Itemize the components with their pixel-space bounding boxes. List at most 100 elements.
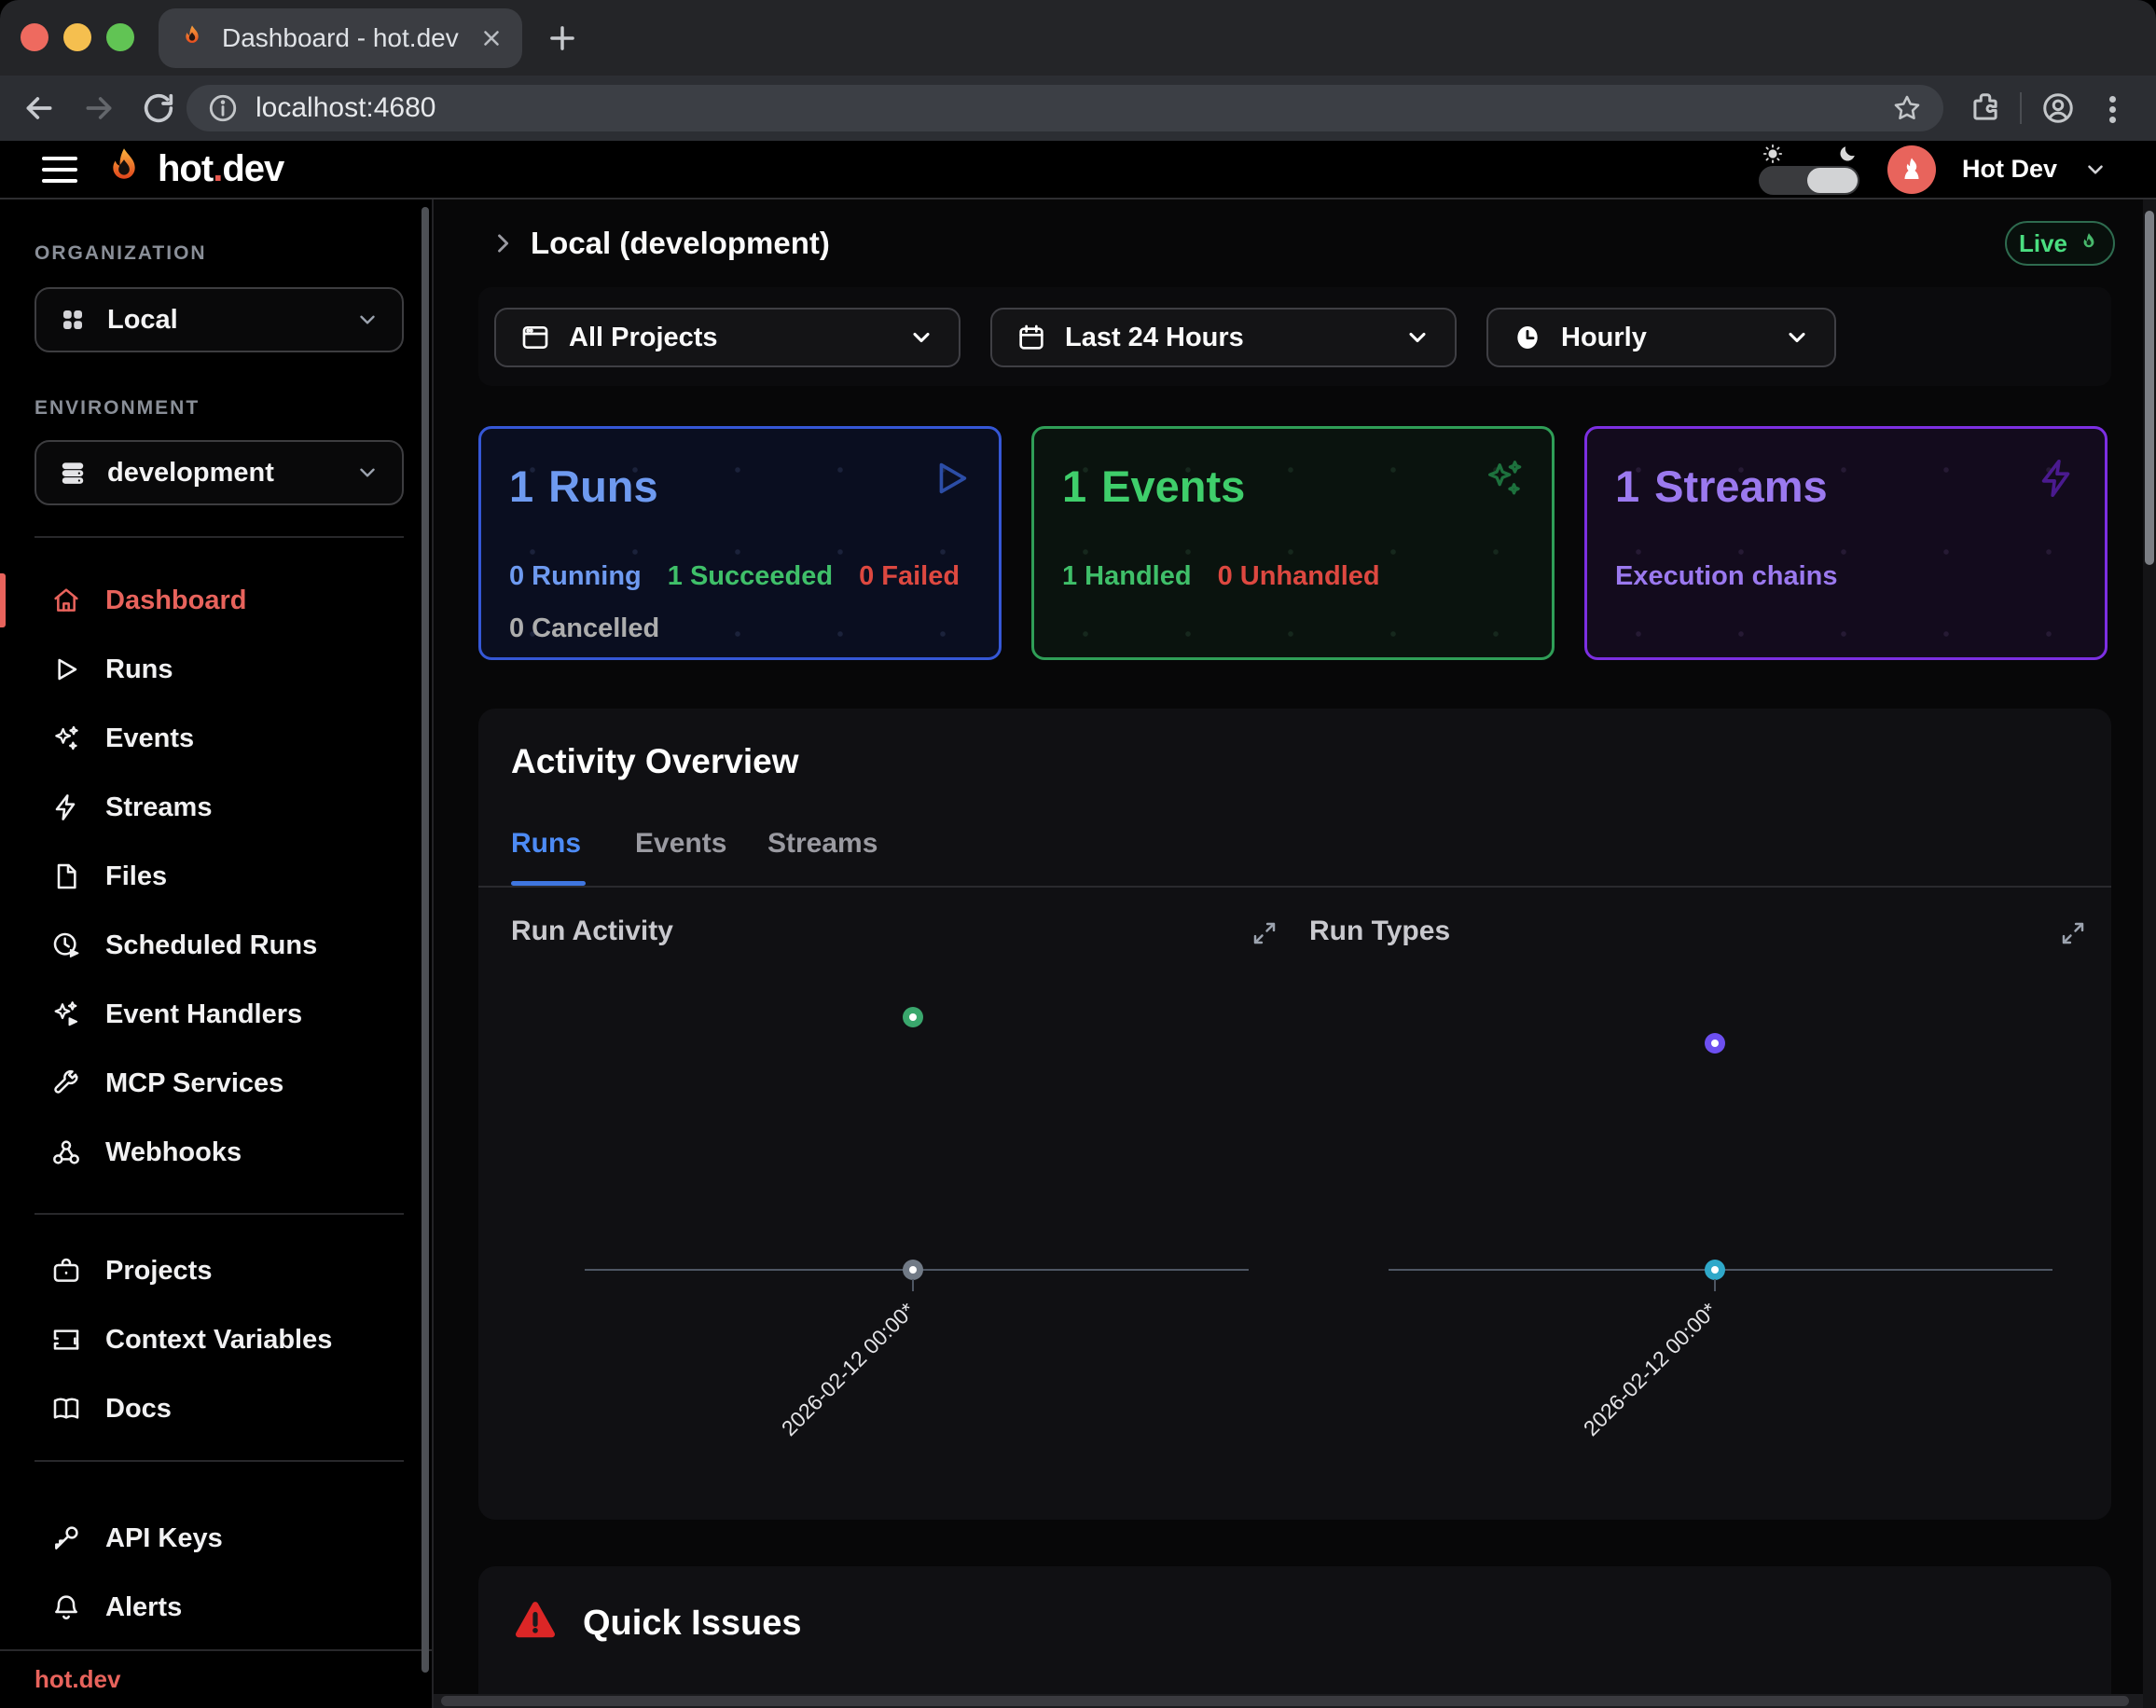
sparkles-icon xyxy=(51,723,81,753)
run-activity-data-point[interactable] xyxy=(903,1007,923,1027)
back-icon[interactable] xyxy=(21,90,58,127)
footer-brand[interactable]: hot.dev xyxy=(35,1665,120,1694)
sidebar-item-streams[interactable]: Streams xyxy=(0,773,434,842)
app-logo[interactable]: hot.dev xyxy=(100,145,283,194)
theme-toggle[interactable] xyxy=(1759,144,1861,195)
expand-icon[interactable] xyxy=(2059,919,2087,947)
profile-icon[interactable] xyxy=(2040,90,2076,126)
sun-icon xyxy=(1762,144,1783,164)
vertical-scrollbar[interactable] xyxy=(2143,200,2156,1708)
horizontal-scrollbar[interactable] xyxy=(434,1694,2156,1708)
run-activity-axis-marker[interactable] xyxy=(903,1260,923,1280)
run-types-chart-title: Run Types xyxy=(1309,916,1450,947)
runs-card-title: 1Runs xyxy=(509,461,971,512)
run-activity-tick xyxy=(912,1279,914,1291)
window-icon xyxy=(520,323,550,352)
reload-icon[interactable] xyxy=(140,90,177,127)
bolt-icon xyxy=(2036,457,2079,500)
sidebar-item-alerts[interactable]: Alerts xyxy=(0,1573,434,1642)
time-range-filter-dropdown[interactable]: Last 24 Hours xyxy=(990,308,1457,367)
streams-stat-card[interactable]: 1Streams Execution chains xyxy=(1584,426,2108,660)
key-icon xyxy=(51,1523,81,1553)
environment-value: development xyxy=(107,458,355,489)
streams-card-title: 1Streams xyxy=(1615,461,2077,512)
granularity-filter-dropdown[interactable]: Hourly xyxy=(1486,308,1836,367)
user-menu-chevron-icon[interactable] xyxy=(2083,158,2108,182)
sidebar-item-files[interactable]: Files xyxy=(0,842,434,911)
new-tab-button[interactable] xyxy=(545,21,580,56)
tab-streams[interactable]: Streams xyxy=(767,828,878,860)
tab-title: Dashboard - hot.dev xyxy=(222,23,479,53)
organization-select[interactable]: Local xyxy=(35,287,404,352)
browser-tab[interactable]: Dashboard - hot.dev xyxy=(159,8,522,68)
bell-icon xyxy=(51,1592,81,1622)
forward-icon[interactable] xyxy=(80,90,117,127)
extensions-icon[interactable] xyxy=(1968,90,2003,126)
stat-handled: 1 Handled xyxy=(1062,561,1192,592)
webhook-icon xyxy=(51,1137,81,1167)
bookmark-star-icon[interactable] xyxy=(1891,92,1923,124)
address-bar[interactable]: localhost:4680 xyxy=(187,85,1943,131)
sidebar-item-event-handlers[interactable]: Event Handlers xyxy=(0,980,434,1049)
runs-stat-card[interactable]: 1Runs 0 Running 1 Succeeded 0 Failed 0 C… xyxy=(478,426,1002,660)
site-info-icon[interactable] xyxy=(207,92,239,124)
user-avatar[interactable] xyxy=(1887,145,1936,194)
sidebar-item-projects[interactable]: Projects xyxy=(0,1236,434,1305)
tab-events[interactable]: Events xyxy=(635,828,726,860)
sidebar-item-runs[interactable]: Runs xyxy=(0,635,434,704)
chevron-down-icon xyxy=(355,308,380,332)
tabs-divider xyxy=(478,886,2111,888)
chevron-down-icon xyxy=(1784,324,1810,351)
hamburger-menu-icon[interactable] xyxy=(42,149,77,190)
home-icon xyxy=(51,585,81,615)
theme-toggle-track[interactable] xyxy=(1759,166,1859,195)
run-activity-tick-label: 2026-02-12 00:00* xyxy=(777,1298,920,1441)
run-types-axis-marker[interactable] xyxy=(1705,1260,1725,1280)
user-menu[interactable]: Hot Dev xyxy=(1962,155,2057,184)
page-title: Local (development) xyxy=(531,226,830,261)
projects-filter-dropdown[interactable]: All Projects xyxy=(494,308,961,367)
run-activity-chart-title: Run Activity xyxy=(511,916,673,947)
sidebar-divider xyxy=(35,1213,404,1215)
sidebar-item-api-keys[interactable]: API Keys xyxy=(0,1504,434,1573)
events-stat-card[interactable]: 1Events 1 Handled 0 Unhandled xyxy=(1031,426,1555,660)
sidebar-item-context-variables[interactable]: Context Variables xyxy=(0,1305,434,1374)
expand-icon[interactable] xyxy=(1251,919,1278,947)
grid-icon xyxy=(59,306,87,334)
chevron-right-icon[interactable] xyxy=(490,230,516,256)
stat-failed: 0 Failed xyxy=(859,561,960,592)
run-types-tick-label: 2026-02-12 00:00* xyxy=(1579,1298,1722,1441)
macos-minimize-button[interactable] xyxy=(63,23,91,51)
tab-close-icon[interactable] xyxy=(479,26,504,50)
sidebar-item-scheduled-runs[interactable]: Scheduled Runs xyxy=(0,911,434,980)
browser-menu-icon[interactable] xyxy=(2109,92,2117,126)
environment-label: ENVIRONMENT xyxy=(35,397,200,420)
chevron-down-icon xyxy=(908,324,934,351)
tab-runs[interactable]: Runs xyxy=(511,828,581,860)
play-icon xyxy=(930,457,973,500)
theme-toggle-knob[interactable] xyxy=(1807,168,1858,193)
live-badge: Live xyxy=(2005,221,2115,266)
environment-select[interactable]: development xyxy=(35,440,404,505)
breadcrumb: Local (development) xyxy=(490,226,830,261)
macos-close-button[interactable] xyxy=(21,23,48,51)
brackets-box-icon xyxy=(51,1325,81,1355)
macos-zoom-button[interactable] xyxy=(106,23,134,51)
clock-play-icon xyxy=(51,930,81,960)
browser-toolbar: localhost:4680 xyxy=(0,76,2156,141)
chevron-down-icon xyxy=(355,461,380,485)
activity-overview-title: Activity Overview xyxy=(511,742,798,781)
sidebar-item-events[interactable]: Events xyxy=(0,704,434,773)
run-types-data-point[interactable] xyxy=(1705,1033,1725,1054)
warning-triangle-icon xyxy=(511,1596,560,1645)
stat-execution-chains: Execution chains xyxy=(1615,561,1838,592)
sidebar-item-dashboard[interactable]: Dashboard xyxy=(0,566,434,635)
sidebar-item-webhooks[interactable]: Webhooks xyxy=(0,1118,434,1187)
sidebar-scrollbar[interactable] xyxy=(422,207,429,1673)
file-icon xyxy=(51,861,81,891)
sidebar-item-docs[interactable]: Docs xyxy=(0,1374,434,1443)
url-text[interactable]: localhost:4680 xyxy=(256,92,1891,124)
chevron-down-icon xyxy=(1404,324,1430,351)
sidebar-divider xyxy=(35,536,404,538)
sidebar-item-mcp-services[interactable]: MCP Services xyxy=(0,1049,434,1118)
